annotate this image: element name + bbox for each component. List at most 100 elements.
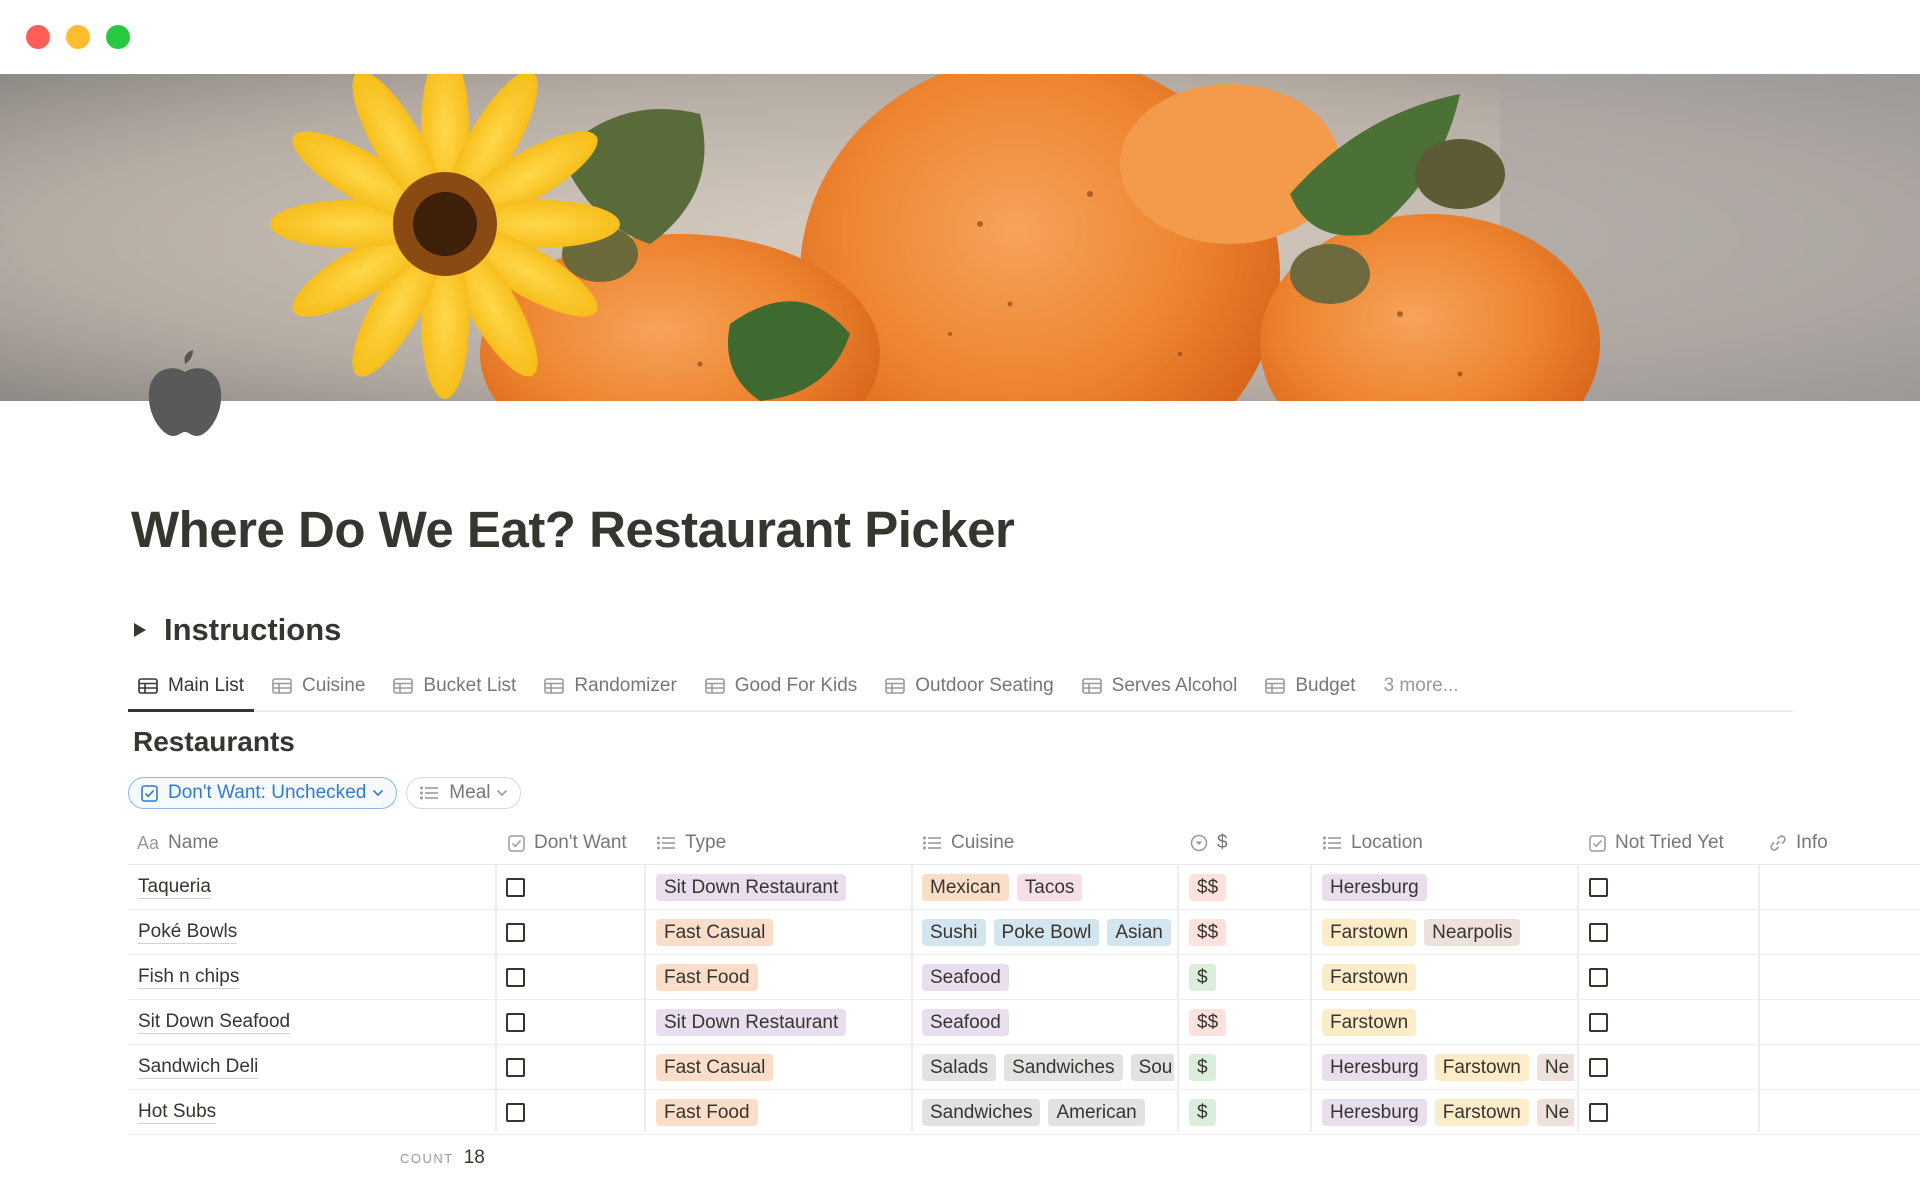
instructions-toggle[interactable]: Instructions (134, 612, 341, 648)
checkbox[interactable] (506, 922, 525, 942)
name-cell[interactable]: Sit Down Seafood (138, 1000, 488, 1044)
price-cell[interactable]: $ (1189, 1045, 1307, 1089)
triangle-right-icon[interactable] (134, 623, 146, 637)
price-cell[interactable]: $ (1189, 955, 1307, 999)
tab-budget[interactable]: Budget (1255, 670, 1365, 702)
name-cell[interactable]: Sandwich Deli (138, 1045, 488, 1089)
name-cell[interactable]: Fish n chips (138, 955, 488, 999)
checkbox[interactable] (1589, 1057, 1608, 1077)
tab-label: Good For Kids (734, 675, 858, 696)
cuisine-cell[interactable]: Seafood (922, 955, 1174, 999)
table-row[interactable]: Fish n chips Fast Food Seafood $ Farstown (128, 955, 1920, 1000)
table-icon (885, 678, 906, 694)
column-header-location[interactable]: Location (1322, 822, 1423, 864)
column-header-type[interactable]: Type (656, 822, 726, 864)
name-cell[interactable]: Hot Subs (138, 1090, 488, 1134)
tag: Asian (1107, 918, 1171, 946)
info-cell[interactable] (1769, 865, 1919, 909)
column-header-cuisine[interactable]: Cuisine (922, 822, 1014, 864)
cuisine-cell[interactable]: Salads Sandwiches Sou (922, 1045, 1174, 1089)
checkbox[interactable] (1589, 1012, 1608, 1032)
count-footer[interactable]: COUNT 18 (400, 1147, 485, 1169)
type-cell[interactable]: Fast Casual (656, 1045, 906, 1089)
info-cell[interactable] (1769, 955, 1919, 999)
type-cell[interactable]: Sit Down Restaurant (656, 1000, 906, 1044)
column-header-not-tried[interactable]: Not Tried Yet (1589, 822, 1724, 864)
column-header-price[interactable]: $ (1190, 822, 1228, 864)
location-cell[interactable]: Farstown (1322, 1000, 1574, 1044)
price-cell[interactable]: $ (1189, 1090, 1307, 1134)
column-header-info[interactable]: Info (1769, 822, 1828, 864)
more-views-button[interactable]: 3 more... (1374, 670, 1469, 702)
checkbox[interactable] (506, 1012, 525, 1032)
not-tried-cell[interactable] (1589, 1000, 1749, 1044)
column-label: Location (1351, 832, 1423, 853)
price-cell[interactable]: $$ (1189, 910, 1307, 954)
not-tried-cell[interactable] (1589, 1045, 1749, 1089)
table-row[interactable]: Poké Bowls Fast Casual Sushi Poke Bowl Asian… (128, 910, 1920, 955)
meal-filter-chip[interactable]: Meal (406, 777, 522, 809)
checkbox[interactable] (506, 967, 525, 987)
checkbox[interactable] (1589, 922, 1608, 942)
dont-want-cell[interactable] (506, 1000, 636, 1044)
tab-bucket-list[interactable]: Bucket List (383, 670, 526, 702)
type-cell[interactable]: Fast Casual (656, 910, 906, 954)
tag: Sou (1130, 1053, 1174, 1081)
tab-randomizer[interactable]: Randomizer (534, 670, 686, 702)
apple-icon[interactable] (145, 350, 225, 440)
tab-label: Serves Alcohol (1111, 675, 1238, 696)
price-cell[interactable]: $$ (1189, 865, 1307, 909)
table-row[interactable]: Taqueria Sit Down Restaurant Mexican Tacos $… (128, 865, 1920, 910)
cover-image[interactable] (0, 74, 1920, 401)
database-title[interactable]: Restaurants (133, 726, 295, 758)
dont-want-cell[interactable] (506, 1045, 636, 1089)
dont-want-cell[interactable] (506, 1090, 636, 1134)
tab-good-for-kids[interactable]: Good For Kids (695, 670, 868, 702)
type-cell[interactable]: Fast Food (656, 955, 906, 999)
name-cell[interactable]: Poké Bowls (138, 910, 488, 954)
info-cell[interactable] (1769, 1045, 1919, 1089)
tab-cuisine[interactable]: Cuisine (262, 670, 375, 702)
info-cell[interactable] (1769, 1000, 1919, 1044)
checkbox[interactable] (1589, 877, 1608, 897)
tab-main-list[interactable]: Main List (128, 670, 255, 712)
column-header-dont-want[interactable]: Don't Want (508, 822, 627, 864)
checkbox[interactable] (1589, 1102, 1608, 1122)
dont-want-cell[interactable] (506, 910, 636, 954)
table-row[interactable]: Sandwich Deli Fast Casual Salads Sandwiches… (128, 1045, 1920, 1090)
column-header-name[interactable]: Aa Name (137, 822, 219, 864)
not-tried-cell[interactable] (1589, 955, 1749, 999)
not-tried-cell[interactable] (1589, 1090, 1749, 1134)
cuisine-cell[interactable]: Seafood (922, 1000, 1174, 1044)
tab-serves-alcohol[interactable]: Serves Alcohol (1072, 670, 1248, 702)
location-cell[interactable]: Farstown (1322, 955, 1574, 999)
info-cell[interactable] (1769, 1090, 1919, 1134)
checkbox[interactable] (506, 1102, 525, 1122)
checkbox[interactable] (506, 877, 525, 897)
zoom-window-button[interactable] (106, 25, 130, 49)
location-cell[interactable]: Heresburg (1322, 865, 1574, 909)
dont-want-filter-chip[interactable]: Don't Want: Unchecked (128, 777, 398, 809)
cuisine-cell[interactable]: Sandwiches American (922, 1090, 1174, 1134)
checkbox[interactable] (506, 1057, 525, 1077)
location-cell[interactable]: Heresburg Farstown Ne (1322, 1045, 1574, 1089)
dont-want-cell[interactable] (506, 865, 636, 909)
close-window-button[interactable] (26, 25, 50, 49)
dont-want-cell[interactable] (506, 955, 636, 999)
not-tried-cell[interactable] (1589, 865, 1749, 909)
info-cell[interactable] (1769, 910, 1919, 954)
table-row[interactable]: Hot Subs Fast Food Sandwiches American $ Here… (128, 1090, 1920, 1135)
price-cell[interactable]: $$ (1189, 1000, 1307, 1044)
cuisine-cell[interactable]: Sushi Poke Bowl Asian (922, 910, 1174, 954)
type-cell[interactable]: Sit Down Restaurant (656, 865, 906, 909)
checkbox[interactable] (1589, 967, 1608, 987)
location-cell[interactable]: Farstown Nearpolis (1322, 910, 1574, 954)
type-cell[interactable]: Fast Food (656, 1090, 906, 1134)
minimize-window-button[interactable] (66, 25, 90, 49)
tab-outdoor-seating[interactable]: Outdoor Seating (875, 670, 1063, 702)
table-row[interactable]: Sit Down Seafood Sit Down Restaurant Seafo… (128, 1000, 1920, 1045)
not-tried-cell[interactable] (1589, 910, 1749, 954)
location-cell[interactable]: Heresburg Farstown Ne (1322, 1090, 1574, 1134)
cuisine-cell[interactable]: Mexican Tacos (922, 865, 1174, 909)
name-cell[interactable]: Taqueria (138, 865, 488, 909)
